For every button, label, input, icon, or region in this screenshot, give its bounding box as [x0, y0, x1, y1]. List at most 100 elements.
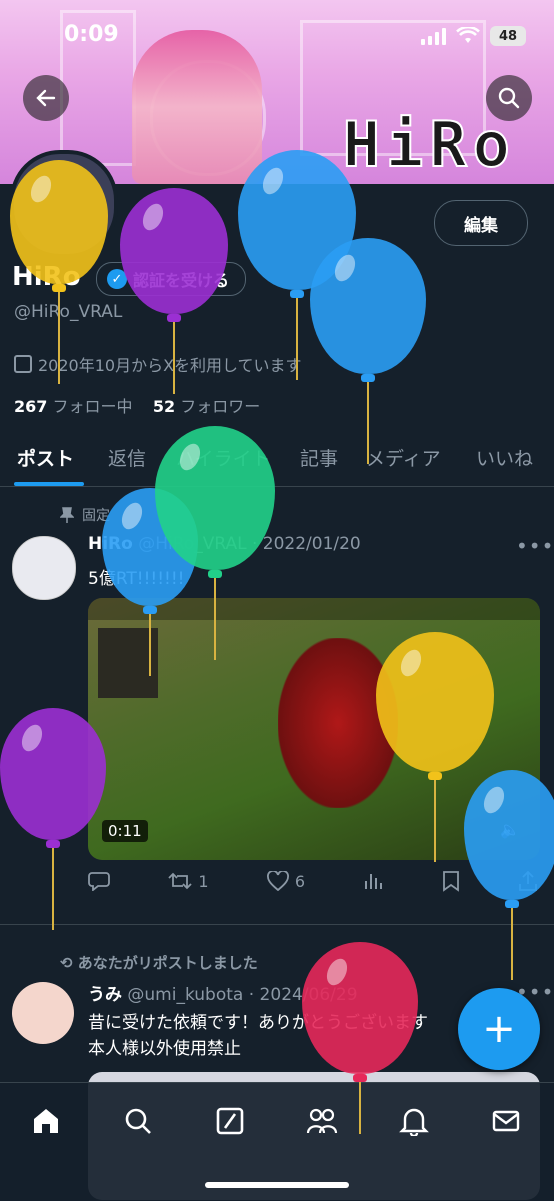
following-label: フォロー中 — [52, 397, 133, 416]
battery-icon: 48 — [490, 26, 526, 46]
video-game-hud — [88, 598, 540, 620]
home-indicator — [205, 1182, 349, 1188]
repost-count: 1 — [198, 871, 209, 891]
tab-posts[interactable]: ポスト — [17, 444, 74, 471]
bookmark-icon — [442, 871, 459, 892]
repost-icon — [168, 872, 192, 890]
get-verified-label: 認証を受ける — [133, 271, 230, 290]
profile-tabs: ポスト 返信 ハイライト 記事 メディア いいね — [0, 436, 554, 487]
cellular-signal-icon — [421, 27, 446, 45]
bell-icon — [399, 1108, 429, 1136]
video-duration: 0:11 — [102, 820, 148, 842]
balloon-knot — [46, 840, 60, 848]
reposted-indicator: ⟲ あなたがリポストしました — [60, 952, 258, 973]
share-button[interactable] — [518, 870, 538, 892]
status-time: 0:09 — [64, 22, 119, 47]
share-icon — [519, 870, 537, 891]
nav-explore[interactable] — [118, 1101, 158, 1141]
compose-post-button[interactable]: + — [458, 988, 540, 1070]
post-video[interactable]: 0:11 🔈 — [88, 598, 540, 860]
post-text: 5億RT!!!!!!! — [88, 569, 185, 589]
get-verified-button[interactable]: ✓ 認証を受ける — [96, 262, 247, 296]
reply-button[interactable] — [88, 870, 110, 892]
status-icons: 48 — [421, 26, 526, 46]
video-scene — [98, 628, 158, 698]
followers-label: フォロワー — [180, 397, 261, 416]
wifi-icon — [456, 27, 480, 43]
balloon-knot — [167, 314, 181, 322]
pinned-label: 固定 — [82, 508, 110, 524]
balloon-decoration — [238, 150, 356, 380]
banner-logo-text: HiRo — [342, 107, 516, 182]
balloon-knot — [505, 900, 519, 908]
balloon-shine — [18, 721, 47, 755]
joined-date: 2020年10月からXを利用しています — [14, 352, 302, 376]
post-divider — [0, 924, 554, 925]
mute-icon[interactable]: 🔈 — [500, 820, 520, 839]
reposted-label: あなたがリポストしました — [77, 954, 258, 972]
following-count: 267 — [14, 397, 48, 416]
heart-icon — [266, 871, 289, 891]
following-link[interactable]: 267 フォロー中 — [14, 397, 133, 416]
post-actions: 1 6 — [88, 870, 538, 892]
profile-handle: @HiRo_VRAL — [14, 302, 123, 322]
balloon-knot — [361, 374, 375, 382]
nav-communities[interactable] — [302, 1101, 342, 1141]
post-text: 昔に受けた依頼です！ありがとうございます 本人様以外使用禁止 — [88, 1010, 488, 1062]
people-icon — [306, 1108, 338, 1134]
balloon-shine — [118, 499, 147, 533]
balloon-string — [52, 848, 54, 930]
tab-likes[interactable]: いいね — [476, 444, 533, 471]
grok-icon — [216, 1107, 244, 1135]
nav-messages[interactable] — [486, 1101, 526, 1141]
followers-link[interactable]: 52 フォロワー — [153, 397, 260, 416]
balloon-body — [310, 238, 426, 374]
like-button[interactable]: 6 — [266, 870, 305, 892]
nav-grok[interactable] — [210, 1101, 250, 1141]
tab-articles[interactable]: 記事 — [300, 444, 338, 471]
post-text-line: 本人様以外使用禁止 — [88, 1039, 241, 1059]
post-author-name[interactable]: うみ — [88, 985, 122, 1005]
bookmark-button[interactable] — [442, 870, 460, 892]
balloon-shine — [330, 251, 359, 285]
post-header: うみ @umi_kubota · 2024/06/29 — [88, 980, 358, 1005]
reply-icon — [88, 872, 110, 891]
tab-media[interactable]: メディア — [366, 444, 441, 471]
joined-date-text: 2020年10月からXを利用しています — [38, 356, 302, 375]
search-button[interactable] — [486, 75, 532, 121]
profile-avatar[interactable] — [10, 150, 118, 258]
post-date[interactable]: · 2024/06/29 — [249, 985, 358, 1005]
back-button[interactable] — [23, 75, 69, 121]
verified-badge-icon: ✓ — [107, 269, 127, 289]
repost-button[interactable]: 1 — [168, 870, 209, 892]
post-author-avatar[interactable] — [12, 536, 76, 600]
balloon-knot — [290, 290, 304, 298]
tab-highlights[interactable]: ハイライト — [176, 444, 271, 471]
calendar-icon — [14, 355, 32, 373]
post-author-handle[interactable]: @HiRo_VRAL — [138, 534, 246, 554]
display-name: HiRo — [12, 262, 81, 292]
post-date[interactable]: · 2022/01/20 — [252, 534, 361, 554]
post-author-name[interactable]: HiRo — [88, 534, 133, 554]
post-text-line: 昔に受けた依頼です！ありがとうございます — [88, 1013, 428, 1033]
tab-replies[interactable]: 返信 — [108, 444, 146, 471]
home-icon — [34, 1109, 58, 1133]
video-scene — [278, 638, 398, 808]
nav-home[interactable] — [26, 1101, 66, 1141]
arrow-left-icon — [36, 89, 56, 107]
like-count: 6 — [294, 871, 305, 891]
search-icon — [125, 1108, 151, 1134]
more-options-icon[interactable]: ••• — [516, 534, 554, 558]
edit-profile-button[interactable]: 編集 — [434, 200, 528, 246]
banner-character-art — [132, 30, 262, 184]
follow-stats: 267 フォロー中 52 フォロワー — [14, 393, 260, 417]
views-button[interactable] — [363, 870, 383, 892]
repost-icon: ⟲ — [60, 954, 78, 972]
post-author-avatar[interactable] — [12, 982, 74, 1044]
balloon-knot — [208, 570, 222, 578]
nav-notifications[interactable] — [394, 1101, 434, 1141]
mail-icon — [492, 1110, 520, 1132]
balloon-decoration — [310, 238, 426, 464]
post-author-handle[interactable]: @umi_kubota — [127, 985, 243, 1005]
search-icon — [498, 87, 520, 109]
